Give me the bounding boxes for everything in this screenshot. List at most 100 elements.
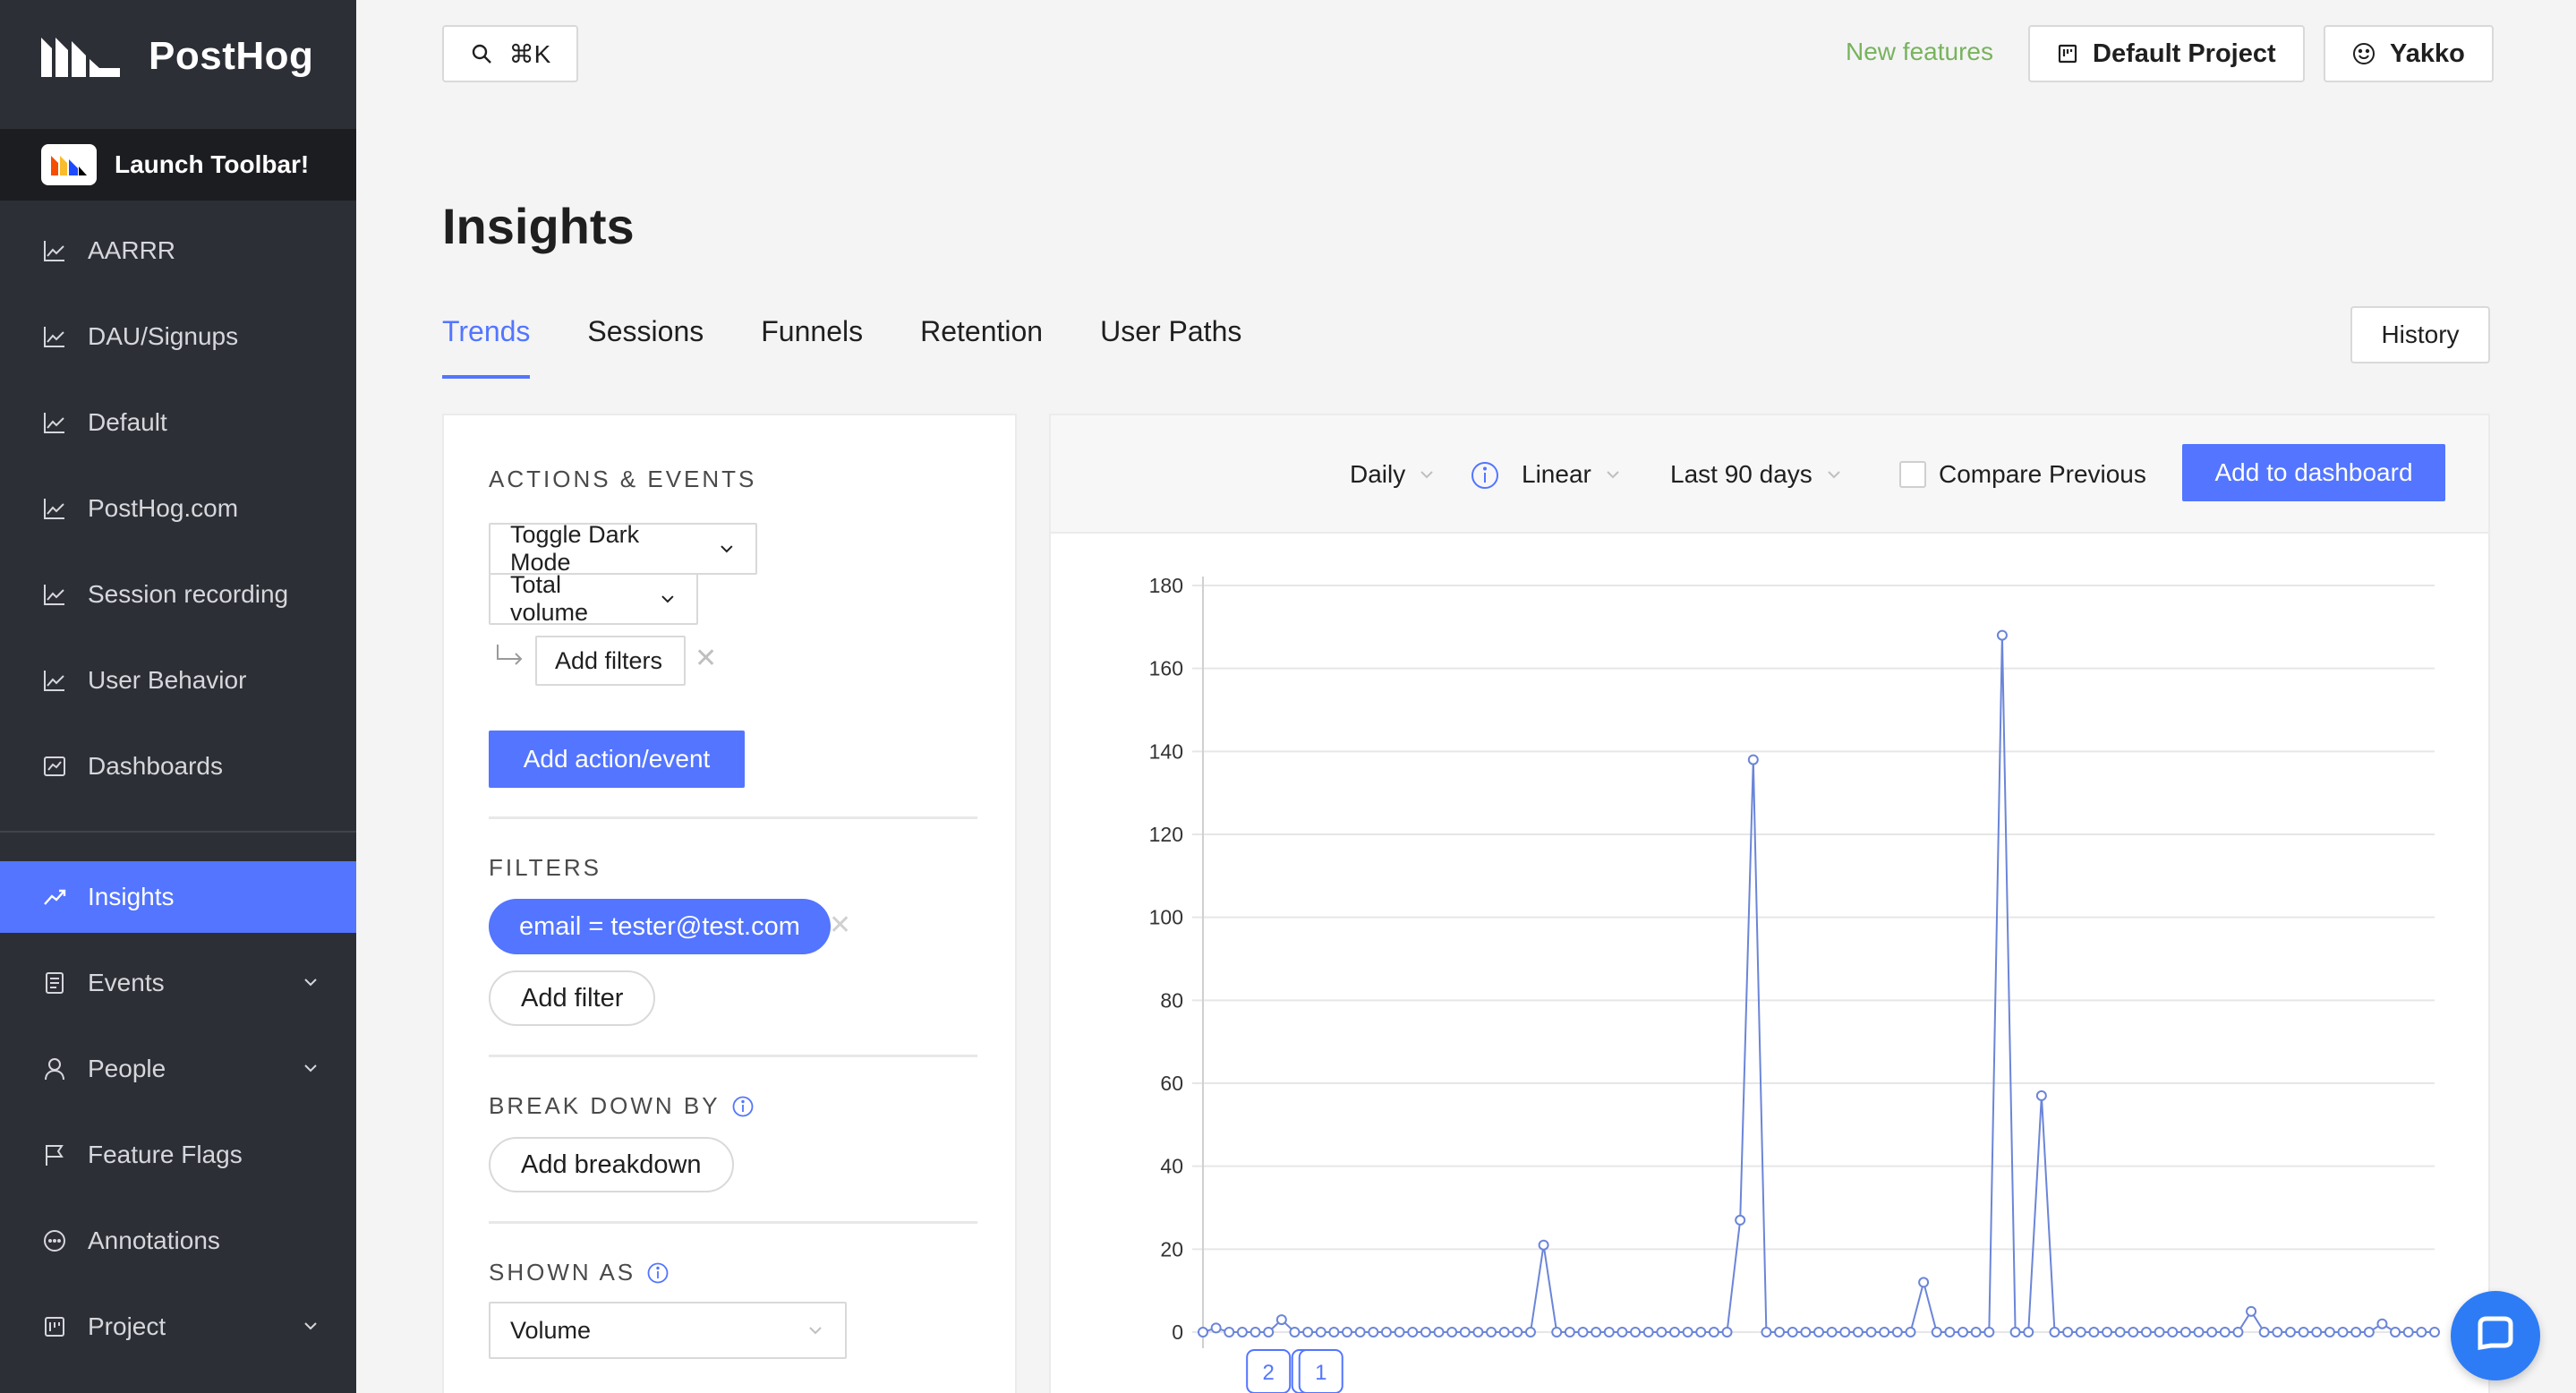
data-point[interactable]: [2402, 1327, 2414, 1337]
data-point[interactable]: [1472, 1327, 1484, 1337]
data-point[interactable]: [1630, 1327, 1642, 1337]
data-point[interactable]: [2088, 1327, 2100, 1337]
data-point[interactable]: [1498, 1327, 1510, 1337]
data-point[interactable]: [2416, 1327, 2427, 1337]
data-point[interactable]: [1708, 1327, 1719, 1337]
data-point[interactable]: [1695, 1327, 1707, 1337]
sidebar-item-dau-signups[interactable]: DAU/Signups: [0, 301, 356, 372]
data-point[interactable]: [2284, 1327, 2296, 1337]
data-point[interactable]: [1524, 1327, 1536, 1337]
remove-event-icon[interactable]: ✕: [695, 643, 717, 674]
data-point[interactable]: [2035, 1090, 2047, 1101]
data-point[interactable]: [2246, 1305, 2257, 1317]
data-point[interactable]: [2390, 1327, 2401, 1337]
sidebar-item-dashboards[interactable]: Dashboards: [0, 731, 356, 802]
data-point[interactable]: [1551, 1327, 1563, 1337]
data-point[interactable]: [2324, 1327, 2335, 1337]
data-point[interactable]: [2350, 1327, 2362, 1337]
annotation-marker[interactable]: 1: [1291, 1349, 1343, 1393]
data-point[interactable]: [1354, 1327, 1366, 1337]
data-point[interactable]: [1538, 1239, 1549, 1251]
new-features-link[interactable]: New features: [1846, 38, 1993, 66]
event-select[interactable]: Toggle Dark Mode: [489, 521, 757, 576]
sidebar-item-default[interactable]: Default: [0, 387, 356, 458]
data-point[interactable]: [1931, 1327, 1942, 1337]
info-icon[interactable]: [731, 1095, 755, 1118]
data-point[interactable]: [1865, 1327, 1877, 1337]
data-point[interactable]: [1800, 1327, 1812, 1337]
data-point[interactable]: [1433, 1327, 1445, 1337]
add-breakdown-button[interactable]: Add breakdown: [489, 1137, 734, 1192]
search-button[interactable]: ⌘K: [442, 25, 578, 82]
data-point[interactable]: [1656, 1327, 1668, 1337]
data-point[interactable]: [1302, 1327, 1314, 1337]
data-point[interactable]: [2363, 1327, 2375, 1337]
sidebar-item-insights[interactable]: Insights: [0, 861, 356, 933]
sidebar-item-project[interactable]: Project: [0, 1291, 356, 1363]
data-point[interactable]: [1577, 1327, 1589, 1337]
data-point[interactable]: [2023, 1327, 2034, 1337]
data-point[interactable]: [1275, 1314, 1287, 1326]
sidebar-item-posthog-com[interactable]: PostHog.com: [0, 473, 356, 544]
math-select[interactable]: Total volume: [489, 571, 698, 626]
data-point[interactable]: [2102, 1327, 2113, 1337]
project-switcher-button[interactable]: Default Project: [2028, 25, 2305, 82]
sidebar-item-session-recording[interactable]: Session recording: [0, 559, 356, 630]
data-point[interactable]: [1970, 1327, 1982, 1337]
data-point[interactable]: [2075, 1327, 2086, 1337]
info-icon[interactable]: [646, 1261, 670, 1285]
remove-filter-icon[interactable]: ✕: [829, 910, 851, 941]
data-point[interactable]: [1996, 629, 2008, 641]
data-point[interactable]: [2206, 1327, 2218, 1337]
sidebar-item-annotations[interactable]: Annotations: [0, 1205, 356, 1277]
data-point[interactable]: [2062, 1327, 2074, 1337]
data-point[interactable]: [1289, 1327, 1301, 1337]
data-point[interactable]: [1512, 1327, 1523, 1337]
data-point[interactable]: [1224, 1327, 1235, 1337]
data-point[interactable]: [2009, 1327, 2021, 1337]
sidebar-item-people[interactable]: People: [0, 1033, 356, 1105]
add-filter-button[interactable]: Add filter: [489, 970, 656, 1026]
data-point[interactable]: [1735, 1214, 1746, 1226]
sidebar-item-events[interactable]: Events: [0, 947, 356, 1019]
data-point[interactable]: [1407, 1327, 1419, 1337]
data-point[interactable]: [1839, 1327, 1851, 1337]
filter-pill[interactable]: email = tester@test.com: [489, 899, 831, 954]
data-point[interactable]: [2179, 1327, 2191, 1337]
history-button[interactable]: History: [2350, 306, 2490, 363]
data-point[interactable]: [1891, 1327, 1903, 1337]
data-point[interactable]: [2298, 1327, 2309, 1337]
data-point[interactable]: [1250, 1327, 1261, 1337]
sidebar-item-aarrr[interactable]: AARRR: [0, 215, 356, 286]
posthog-logo[interactable]: PostHog: [39, 34, 313, 79]
data-point[interactable]: [1368, 1327, 1379, 1337]
data-point[interactable]: [1486, 1327, 1497, 1337]
data-point[interactable]: [1761, 1327, 1772, 1337]
data-point[interactable]: [1342, 1327, 1353, 1337]
data-point[interactable]: [2219, 1327, 2231, 1337]
data-point[interactable]: [2049, 1327, 2060, 1337]
data-point[interactable]: [1420, 1327, 1431, 1337]
annotation-marker[interactable]: 2: [1246, 1349, 1292, 1393]
data-point[interactable]: [2167, 1327, 2179, 1337]
data-point[interactable]: [1564, 1327, 1575, 1337]
data-point[interactable]: [1236, 1327, 1248, 1337]
data-point[interactable]: [2193, 1327, 2205, 1337]
sidebar-item-feature-flags[interactable]: Feature Flags: [0, 1119, 356, 1191]
data-point[interactable]: [1459, 1327, 1471, 1337]
add-action-event-button[interactable]: Add action/event: [489, 731, 745, 788]
data-point[interactable]: [2232, 1327, 2244, 1337]
data-point[interactable]: [1826, 1327, 1838, 1337]
data-point[interactable]: [1263, 1327, 1275, 1337]
data-point[interactable]: [2337, 1327, 2349, 1337]
data-point[interactable]: [1668, 1327, 1680, 1337]
data-point[interactable]: [1446, 1327, 1458, 1337]
data-point[interactable]: [2114, 1327, 2126, 1337]
user-menu-button[interactable]: Yakko: [2324, 25, 2494, 82]
sidebar-item-user-behavior[interactable]: User Behavior: [0, 645, 356, 716]
data-point[interactable]: [1591, 1327, 1602, 1337]
data-point[interactable]: [1983, 1327, 1995, 1337]
data-point[interactable]: [1642, 1327, 1654, 1337]
data-point[interactable]: [2258, 1327, 2270, 1337]
data-point[interactable]: [2376, 1318, 2388, 1329]
